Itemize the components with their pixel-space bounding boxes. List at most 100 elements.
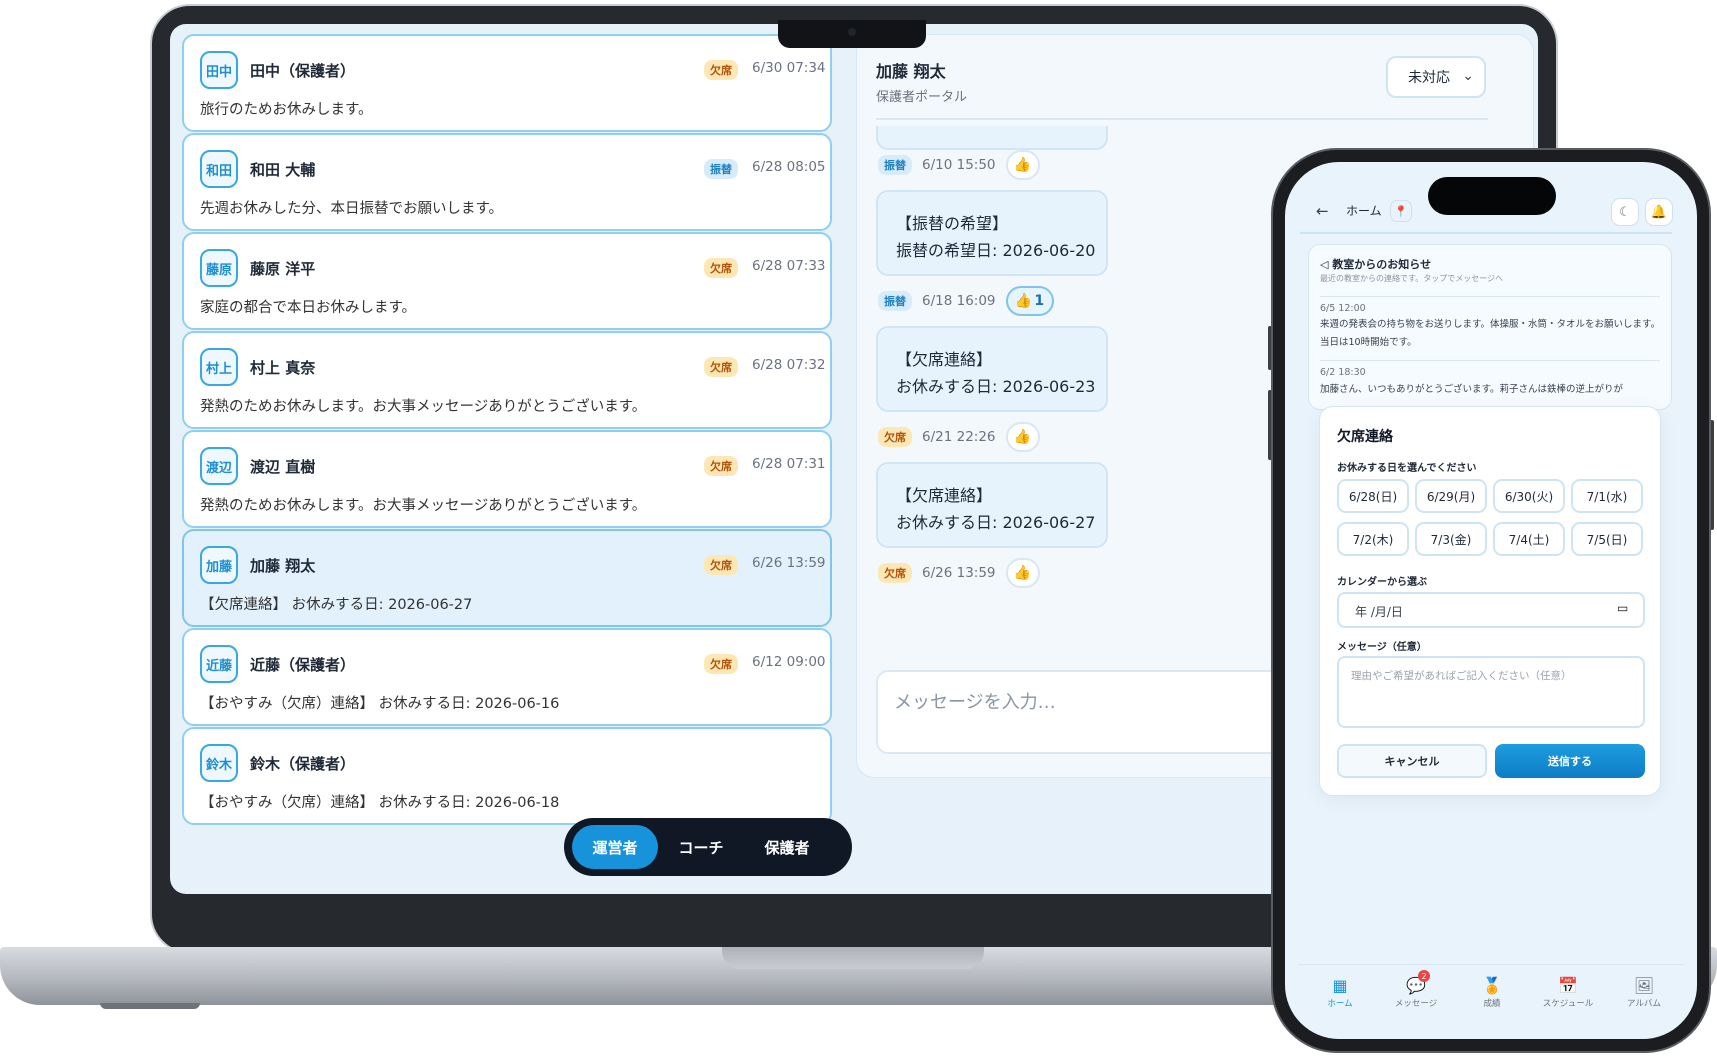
avatar-badge: 村上 <box>200 348 238 386</box>
notice-date: 6/5 12:00 <box>1320 303 1366 314</box>
role-guardian-button[interactable]: 保護者 <box>744 825 830 869</box>
back-arrow-icon[interactable]: ← <box>1316 202 1329 220</box>
message-label: メッセージ（任意） <box>1337 642 1427 653</box>
chat-contact-name: 加藤 翔太 <box>876 62 946 81</box>
like-emoji: 👍 <box>1013 429 1032 445</box>
tab-album[interactable]: 🖼 アルバム <box>1609 976 1679 1009</box>
moon-icon[interactable]: ☾ <box>1611 198 1639 226</box>
message-time: 6/18 16:09 <box>922 293 996 309</box>
bubble-body: お休みする日: 2026-06-23 <box>896 377 1096 396</box>
bubble-body: 振替の希望日: 2026-06-20 <box>896 241 1096 260</box>
conversation-card[interactable]: 村上 村上 真奈 発熱のためお休みします。お大事メッセージありがとうございます。 欠席… <box>182 331 832 429</box>
like-emoji: 👍 <box>1013 157 1032 173</box>
notice-divider <box>1320 360 1660 361</box>
message-time: 6/26 13:59 <box>922 565 996 581</box>
like-count: 1 <box>1034 293 1045 309</box>
conversation-card[interactable]: 加藤 加藤 翔太 【欠席連絡】 お休みする日: 2026-06-27 欠席 6/26 1… <box>182 529 832 627</box>
avatar-badge: 田中 <box>200 51 238 89</box>
date-option-button[interactable]: 7/2(木) <box>1337 522 1409 556</box>
conversation-preview: 旅行のためお休みします。 <box>200 102 373 118</box>
conversation-preview: 【欠席連絡】 お休みする日: 2026-06-27 <box>200 597 473 613</box>
like-emoji: 👍 <box>1013 565 1032 581</box>
conversation-time: 6/30 07:34 <box>752 60 826 76</box>
notice-divider <box>1320 296 1660 297</box>
conversation-preview: 家庭の都合で本日お休みします。 <box>200 300 417 316</box>
bubble-body: お休みする日: 2026-06-27 <box>896 513 1096 532</box>
avatar-badge: 近藤 <box>200 645 238 683</box>
thumbs-up-icon[interactable]: 👍 1 <box>1005 286 1054 316</box>
message-textarea-placeholder: 理由やご希望があればご記入ください（任意） <box>1351 670 1572 682</box>
conversation-name: 田中（保護者） <box>250 62 356 80</box>
thumbs-up-icon[interactable]: 👍 <box>1005 150 1040 180</box>
date-option-button[interactable]: 6/30(火) <box>1493 479 1565 513</box>
notice-title: ◁ 教室からのお知らせ <box>1320 258 1432 271</box>
status-tag: 欠席 <box>704 258 738 278</box>
date-option-button[interactable]: 7/5(日) <box>1571 522 1643 556</box>
status-tag: 欠席 <box>704 555 738 575</box>
conversation-time: 6/28 07:32 <box>752 357 826 373</box>
tab-label: 成績 <box>1483 999 1501 1009</box>
chat-contact-subtitle: 保護者ポータル <box>876 90 968 105</box>
date-option-button[interactable]: 7/1(水) <box>1571 479 1643 513</box>
conversation-card[interactable]: 和田 和田 大輔 先週お休みした分、本日振替でお願いします。 振替 6/28 08:05 <box>182 133 832 231</box>
avatar-badge: 和田 <box>200 150 238 188</box>
conversation-time: 6/12 09:00 <box>752 654 826 670</box>
message-time: 6/10 15:50 <box>922 157 996 173</box>
conversation-name: 村上 真奈 <box>250 359 316 377</box>
message-textarea[interactable]: 理由やご希望があればご記入ください（任意） <box>1337 656 1645 728</box>
avatar-badge: 渡辺 <box>200 447 238 485</box>
pin-icon[interactable]: 📍 <box>1390 200 1412 222</box>
thumbs-up-icon[interactable]: 👍 <box>1005 558 1040 588</box>
send-button[interactable]: 送信する <box>1495 744 1645 778</box>
conversation-name: 渡辺 直樹 <box>250 458 316 476</box>
tab-label: スケジュール <box>1542 999 1594 1009</box>
conversation-list: 田中 田中（保護者） 旅行のためお休みします。欠席 6/30 07:34 和田 和田 大輔… <box>170 24 850 894</box>
bubble-title: 【欠席連絡】 <box>896 486 993 505</box>
message-meta: 振替 6/10 15:50 👍 <box>878 150 1040 180</box>
tab-grades[interactable]: 🏅 成績 <box>1457 976 1527 1009</box>
conversation-card[interactable]: 鈴木 鈴木（保護者） 【おやすみ（欠席）連絡】 お休みする日: 2026-06-18 <box>182 727 832 825</box>
role-operator-button[interactable]: 運営者 <box>572 825 658 869</box>
status-select[interactable]: 未対応 ⌄ <box>1386 56 1486 98</box>
conversation-card[interactable]: 田中 田中（保護者） 旅行のためお休みします。 欠席 6/30 07:34 <box>182 34 832 132</box>
date-option-button[interactable]: 7/4(土) <box>1493 522 1565 556</box>
laptop-foot <box>100 1003 200 1009</box>
date-option-button[interactable]: 6/29(月) <box>1415 479 1487 513</box>
role-coach-button[interactable]: コーチ <box>658 825 744 869</box>
laptop-hinge-lip <box>722 947 984 969</box>
bubble-title: 【欠席連絡】 <box>896 350 993 369</box>
tab-label: ホーム <box>1327 999 1353 1009</box>
conversation-preview: 先週お休みした分、本日振替でお願いします。 <box>200 201 504 217</box>
message-bubble: 【欠席連絡】お休みする日: 2026-06-27 <box>876 462 1108 548</box>
avatar-badge: 鈴木 <box>200 744 238 782</box>
bubble-title: 【振替の希望】 <box>896 214 1009 233</box>
phone-header-divider <box>1300 232 1672 234</box>
message-meta: 振替 6/18 16:09 👍 1 <box>878 286 1054 316</box>
date-option-button[interactable]: 7/3(金) <box>1415 522 1487 556</box>
conversation-preview: 発熱のためお休みします。お大事メッセージありがとうございます。 <box>200 399 647 415</box>
bell-icon[interactable]: 🔔 <box>1645 198 1673 226</box>
conversation-card[interactable]: 近藤 近藤（保護者） 【おやすみ（欠席）連絡】 お休みする日: 2026-06-16… <box>182 628 832 726</box>
conversation-card[interactable]: 藤原 藤原 洋平 家庭の都合で本日お休みします。 欠席 6/28 07:33 <box>182 232 832 330</box>
date-input[interactable]: 年 /月/日 <box>1337 592 1645 628</box>
status-tag: 欠席 <box>878 427 912 447</box>
calendar-icon[interactable]: ▭ <box>1617 601 1628 615</box>
choose-date-label: お休みする日を選んでください <box>1337 463 1477 474</box>
notice-text: 加藤さん、いつもありがとうございます。莉子さんは鉄棒の逆上がりが <box>1320 384 1624 395</box>
tab-home[interactable]: ▦ ホーム <box>1305 976 1375 1009</box>
home-grid-icon: ▦ <box>1332 976 1348 995</box>
date-option-button[interactable]: 6/28(日) <box>1337 479 1409 513</box>
conversation-card[interactable]: 渡辺 渡辺 直樹 発熱のためお休みします。お大事メッセージありがとうございます。 欠席… <box>182 430 832 528</box>
thumbs-up-icon[interactable]: 👍 <box>1005 422 1040 452</box>
conversation-name: 和田 大輔 <box>250 161 316 179</box>
like-emoji: 👍 <box>1014 293 1033 309</box>
message-meta: 欠席 6/21 22:26 👍 <box>878 422 1040 452</box>
role-switch: 運営者 コーチ 保護者 <box>564 818 852 876</box>
tab-label: アルバム <box>1627 999 1661 1009</box>
conversation-name: 鈴木（保護者） <box>250 755 356 773</box>
tab-messages[interactable]: 💬 メッセージ <box>1381 976 1451 1009</box>
cancel-button[interactable]: キャンセル <box>1337 744 1487 778</box>
tab-schedule[interactable]: 📅 スケジュール <box>1533 976 1603 1009</box>
image-icon: 🖼 <box>1633 976 1655 995</box>
conversation-name: 近藤（保護者） <box>250 656 356 674</box>
